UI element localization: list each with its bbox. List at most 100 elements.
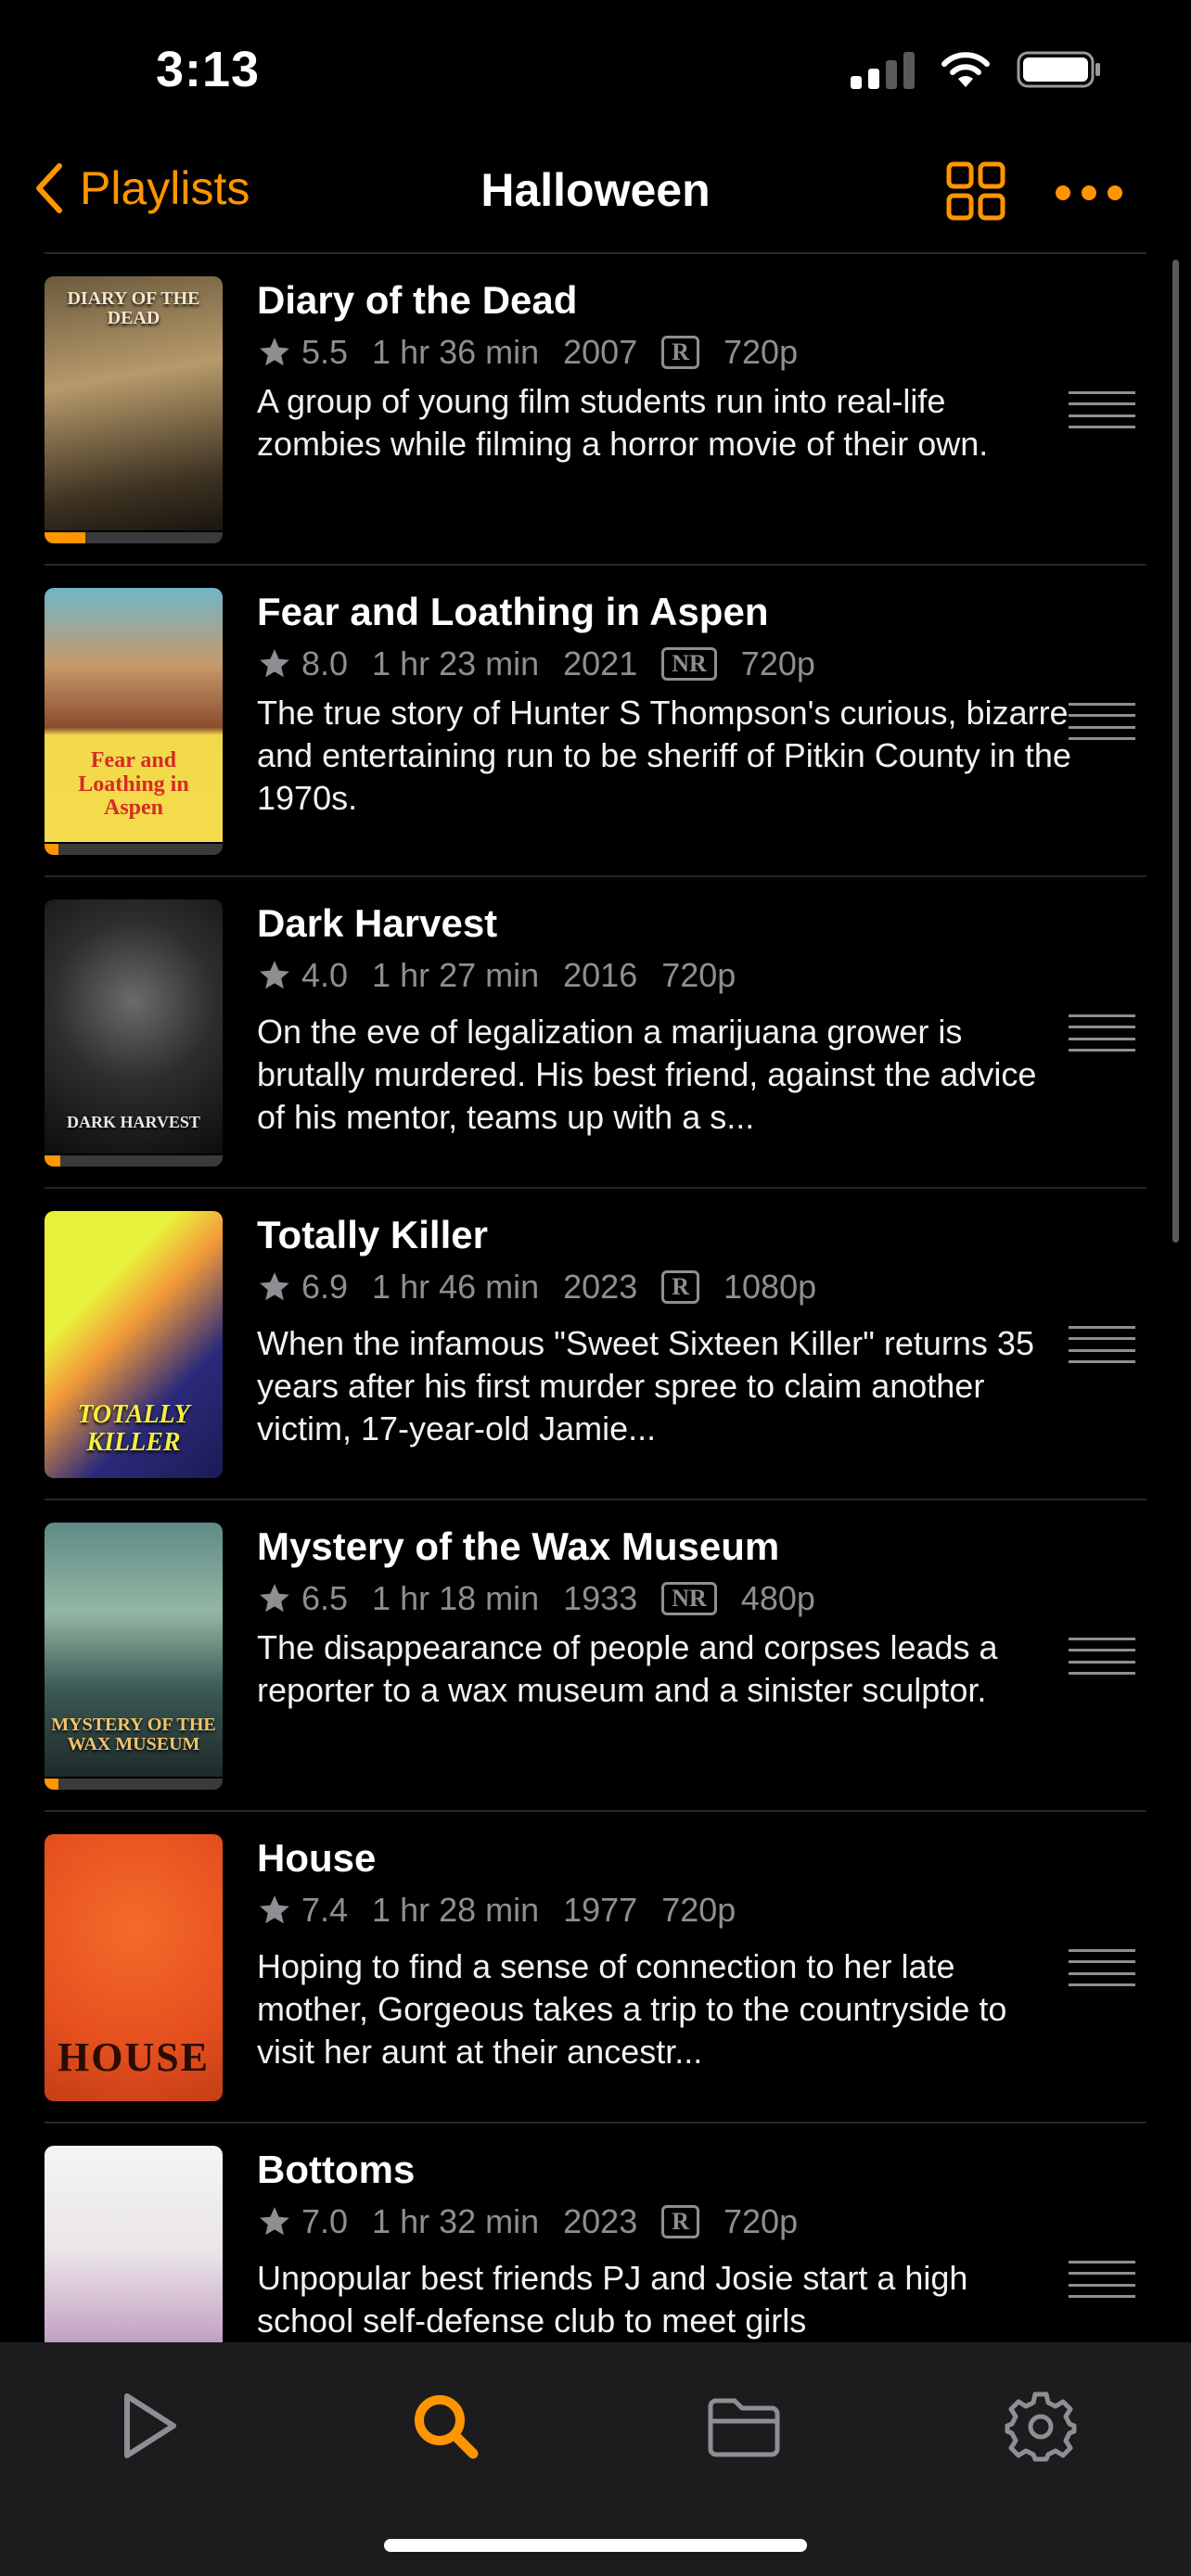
duration: 1 hr 27 min (372, 956, 540, 994)
movie-meta: 6.9 1 hr 46 min 2023 R 1080p (257, 1259, 1073, 1315)
list-item[interactable]: Bottoms 7.0 1 hr 32 min 2023 R 720p Unpo… (45, 2123, 1146, 2342)
reorder-handle[interactable] (1069, 1014, 1135, 1052)
movie-info: Bottoms 7.0 1 hr 32 min 2023 R 720p Unpo… (257, 2146, 1073, 2342)
resolution: 1080p (724, 1268, 817, 1306)
star-icon (260, 1272, 289, 1301)
movie-meta: 6.5 1 hr 18 min 1933 NR 480p (257, 1571, 1073, 1626)
list-item[interactable]: TOTALLY KILLER Totally Killer 6.9 1 hr 4… (45, 1189, 1146, 1500)
content-rating-badge: R (661, 2205, 700, 2238)
back-button[interactable]: Playlists (33, 161, 250, 215)
movie-title: Totally Killer (257, 1213, 488, 1256)
progress-fill (45, 1779, 59, 1790)
list-item[interactable]: DARK HARVEST Dark Harvest 4.0 1 hr 27 mi… (45, 877, 1146, 1189)
reorder-handle[interactable] (1069, 1638, 1135, 1675)
year: 2021 (563, 644, 638, 682)
content-rating-badge: R (661, 336, 700, 369)
reorder-handle[interactable] (1069, 1326, 1135, 1363)
movie-info: Fear and Loathing in Aspen 8.0 1 hr 23 m… (257, 588, 1073, 820)
list-item[interactable]: Fear and Loathing in Aspen Fear and Loat… (45, 566, 1146, 877)
movie-description: The disappearance of people and corpses … (257, 1628, 998, 1709)
tab-search[interactable] (399, 2379, 492, 2472)
list-item[interactable]: MYSTERY OF THE WAX MUSEUM Mystery of the… (45, 1500, 1146, 1812)
movie-info: Diary of the Dead 5.5 1 hr 36 min 2007 R… (257, 276, 1073, 465)
resolution: 720p (724, 2202, 799, 2240)
movie-meta: 4.0 1 hr 27 min 2016 720p (257, 948, 1073, 1003)
grid-view-button[interactable] (946, 161, 1005, 221)
year: 1977 (563, 1891, 638, 1929)
movie-list[interactable]: DIARY OF THE DEAD Diary of the Dead 5.5 … (45, 252, 1146, 2342)
movie-description: On the eve of legalization a marijuana g… (257, 1013, 1037, 1136)
reorder-handle[interactable] (1069, 703, 1135, 740)
rating-value: 5.5 (301, 333, 349, 371)
movie-meta: 7.4 1 hr 28 min 1977 720p (257, 1882, 1073, 1938)
star-icon (260, 961, 289, 989)
progress-fill (45, 532, 86, 543)
folder-icon (708, 2398, 780, 2457)
year: 2007 (563, 333, 638, 371)
poster-title: DIARY OF THE DEAD (67, 288, 200, 328)
rating-value: 6.5 (301, 1579, 349, 1617)
reorder-handle[interactable] (1069, 391, 1135, 428)
movie-poster: HOUSE (45, 1834, 223, 2101)
duration: 1 hr 28 min (372, 1891, 540, 1929)
movie-title: Mystery of the Wax Museum (257, 1524, 780, 1568)
scroll-indicator[interactable] (1172, 260, 1179, 1243)
movie-title: Fear and Loathing in Aspen (257, 590, 769, 633)
resolution: 720p (740, 644, 815, 682)
movie-description: Hoping to find a sense of connection to … (257, 1947, 1007, 2071)
status-bar: 3:13 (0, 0, 1191, 139)
duration: 1 hr 23 min (372, 644, 540, 682)
movie-info: Dark Harvest 4.0 1 hr 27 min 2016 720p O… (257, 899, 1073, 1139)
progress-fill (45, 1155, 61, 1167)
grid-icon (946, 161, 1005, 221)
tab-play[interactable] (102, 2379, 195, 2472)
home-indicator[interactable] (384, 2539, 807, 2552)
rating-value: 4.0 (301, 956, 349, 994)
content-rating-badge: NR (661, 647, 717, 681)
resolution: 720p (661, 956, 736, 994)
gear-icon (1005, 2391, 1077, 2462)
reorder-handle[interactable] (1069, 2261, 1135, 2298)
year: 1933 (563, 1579, 638, 1617)
progress-bar (45, 844, 223, 855)
progress-fill (45, 844, 59, 855)
resolution: 720p (724, 333, 799, 371)
rating-value: 7.0 (301, 2202, 349, 2240)
status-icons (851, 50, 1102, 89)
movie-poster (45, 2146, 223, 2342)
movie-poster: DARK HARVEST (45, 899, 223, 1167)
progress-bar (45, 1155, 223, 1167)
more-options-button[interactable] (1054, 178, 1124, 208)
back-label: Playlists (80, 162, 250, 214)
list-item[interactable]: DIARY OF THE DEAD Diary of the Dead 5.5 … (45, 254, 1146, 566)
resolution: 480p (740, 1579, 815, 1617)
movie-meta: 8.0 1 hr 23 min 2021 NR 720p (257, 636, 1073, 692)
star-icon (260, 1584, 289, 1613)
tab-library[interactable] (698, 2379, 790, 2472)
reorder-handle[interactable] (1069, 1949, 1135, 1986)
movie-title: Dark Harvest (257, 901, 498, 945)
list-item[interactable]: HOUSE House 7.4 1 hr 28 min 1977 720p Ho… (45, 1812, 1146, 2123)
year: 2016 (563, 956, 638, 994)
duration: 1 hr 18 min (372, 1579, 540, 1617)
rating-value: 6.9 (301, 1268, 349, 1306)
wifi-icon (941, 52, 990, 87)
movie-description: Unpopular best friends PJ and Josie star… (257, 2259, 968, 2340)
rating: 6.9 (257, 1268, 348, 1307)
movie-info: Mystery of the Wax Museum 6.5 1 hr 18 mi… (257, 1523, 1073, 1712)
nav-bar: Playlists Halloween (0, 139, 1191, 254)
movie-info: House 7.4 1 hr 28 min 1977 720p Hoping t… (257, 1834, 1073, 2073)
movie-poster: Fear and Loathing in Aspen (45, 588, 223, 855)
cellular-signal-icon (851, 50, 915, 89)
movie-title: Diary of the Dead (257, 278, 578, 322)
poster-title: HOUSE (57, 2034, 211, 2080)
duration: 1 hr 32 min (372, 2202, 540, 2240)
poster-title: TOTALLY KILLER (77, 1400, 190, 1457)
duration: 1 hr 46 min (372, 1268, 540, 1306)
movie-description: When the infamous "Sweet Sixteen Killer"… (257, 1324, 1034, 1447)
tab-settings[interactable] (994, 2379, 1087, 2472)
search-icon (415, 2395, 479, 2459)
progress-bar (45, 1779, 223, 1790)
movie-meta: 5.5 1 hr 36 min 2007 R 720p (257, 325, 1073, 380)
content-rating-badge: R (661, 1270, 700, 1304)
